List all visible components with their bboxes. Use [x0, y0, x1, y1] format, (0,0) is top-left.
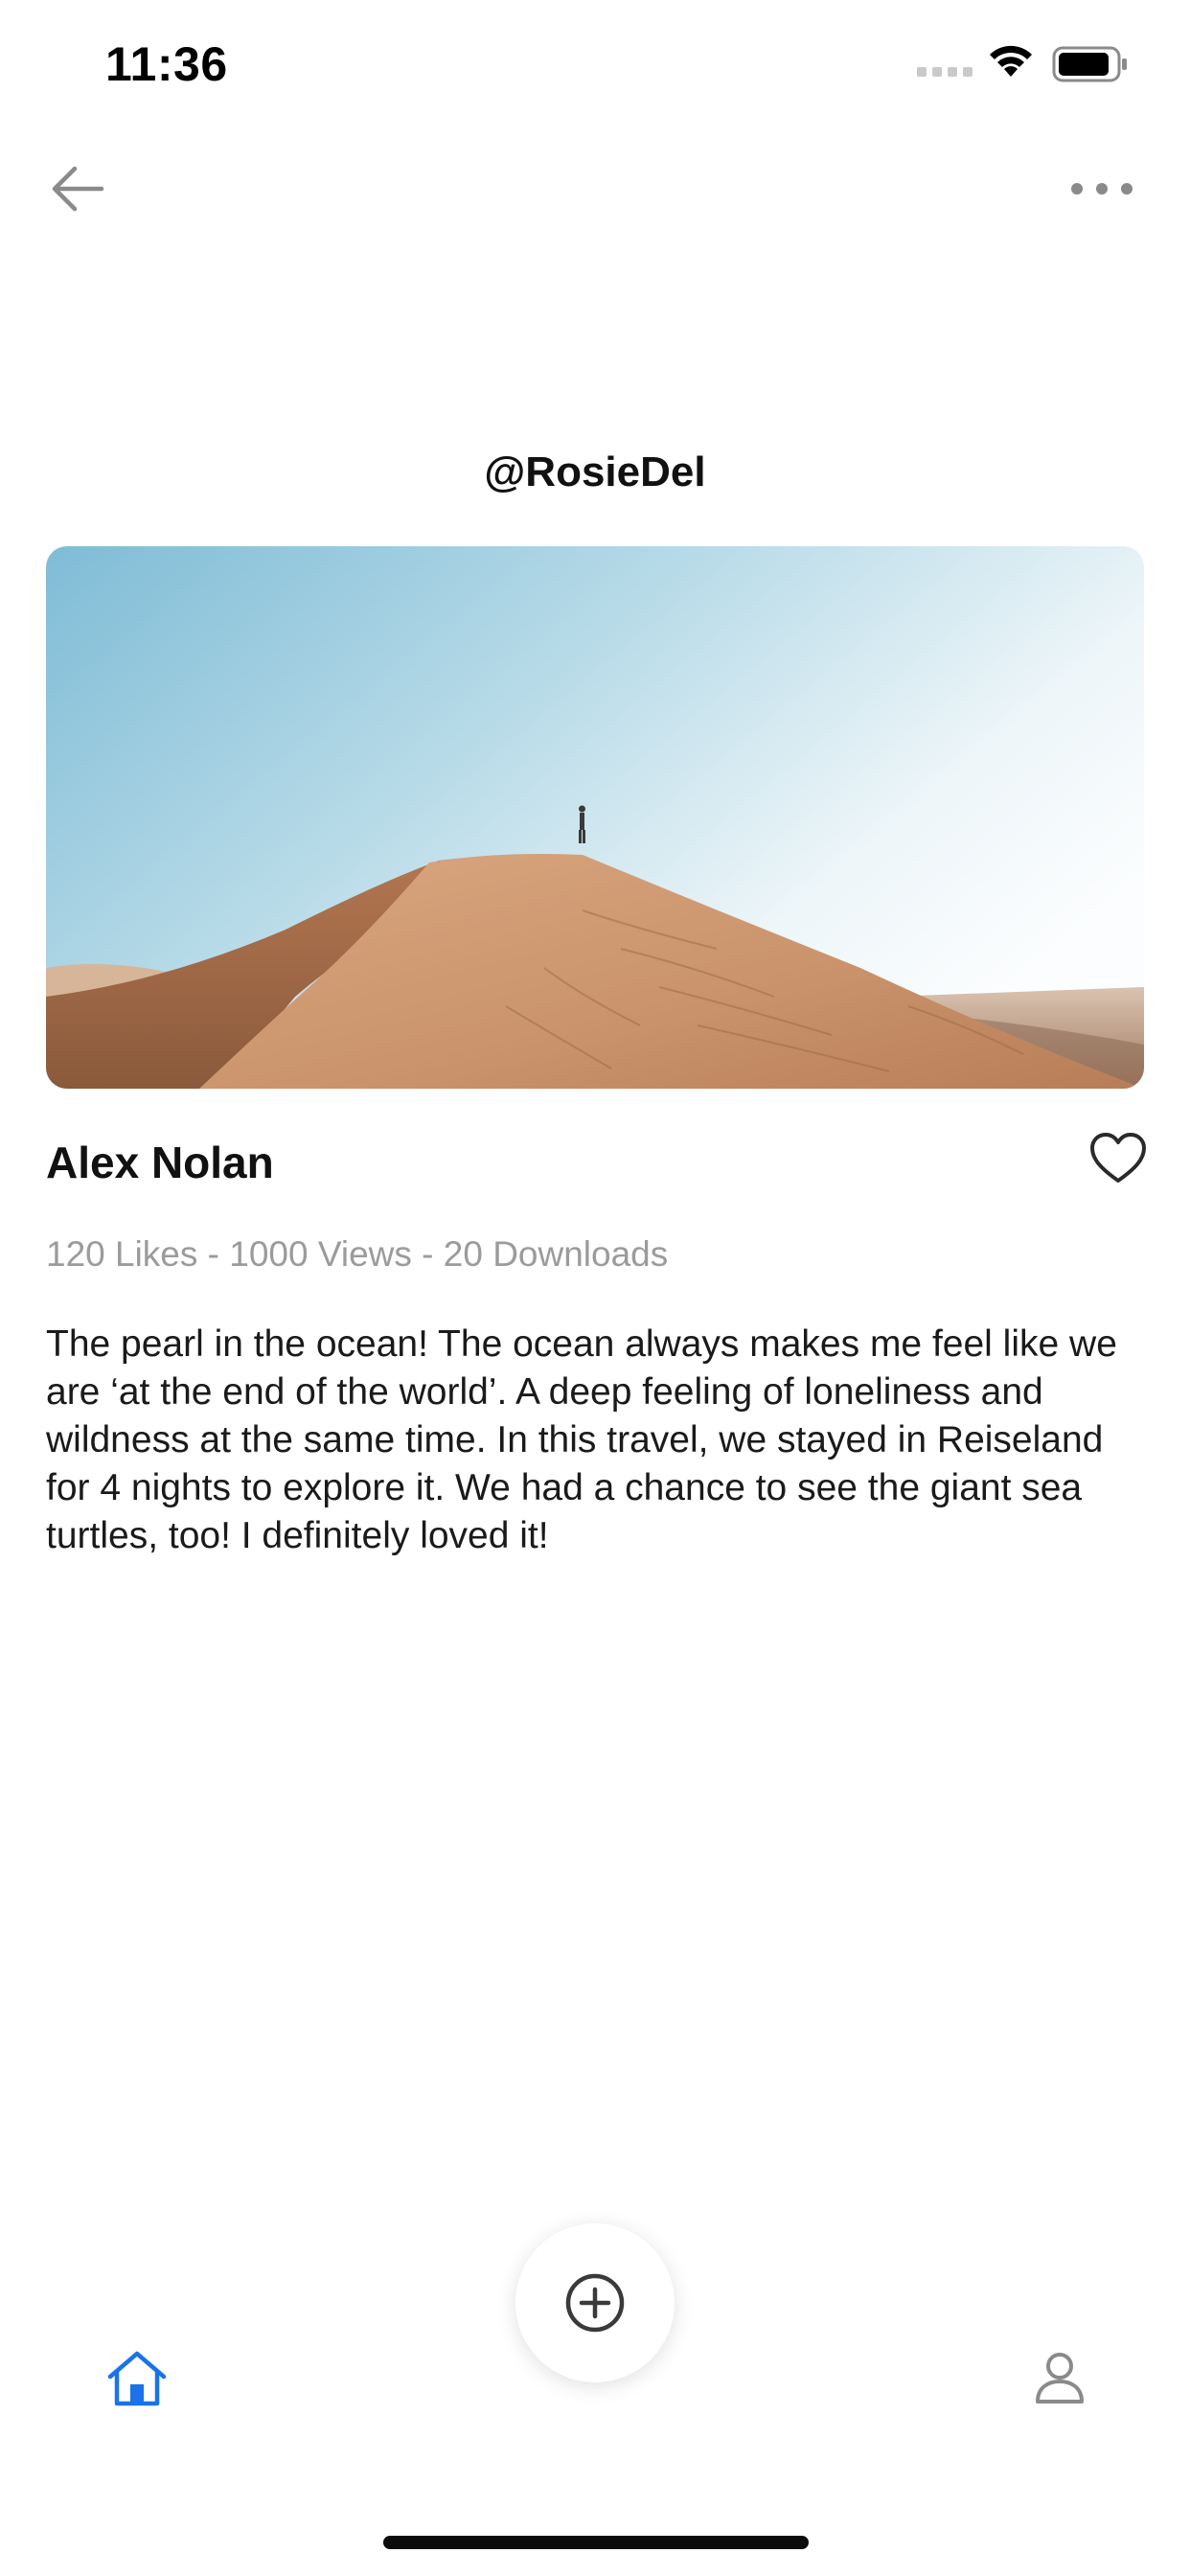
- profile-handle: @RosieDel: [484, 448, 706, 495]
- heart-icon[interactable]: [1088, 1131, 1148, 1186]
- more-options-icon[interactable]: [1068, 172, 1135, 205]
- add-post-button[interactable]: [515, 2223, 675, 2382]
- post-description: The pearl in the ocean! The ocean always…: [46, 1323, 1117, 1556]
- desert-dune-photo: [46, 546, 1144, 1089]
- user-icon[interactable]: [1033, 2350, 1087, 2405]
- battery-icon: [1052, 46, 1127, 82]
- post-stats: 120 Likes - 1000 Views - 20 Downloads: [46, 1234, 669, 1274]
- post-image[interactable]: [46, 546, 1144, 1089]
- back-arrow-icon[interactable]: [48, 159, 107, 218]
- wifi-icon: [990, 45, 1032, 77]
- plus-circle-icon: [565, 2273, 625, 2333]
- status-time: 11:36: [105, 37, 228, 91]
- home-indicator: [383, 2536, 809, 2549]
- author-name: Alex Nolan: [46, 1138, 274, 1187]
- home-icon[interactable]: [105, 2348, 169, 2407]
- signal-icon: [917, 67, 973, 77]
